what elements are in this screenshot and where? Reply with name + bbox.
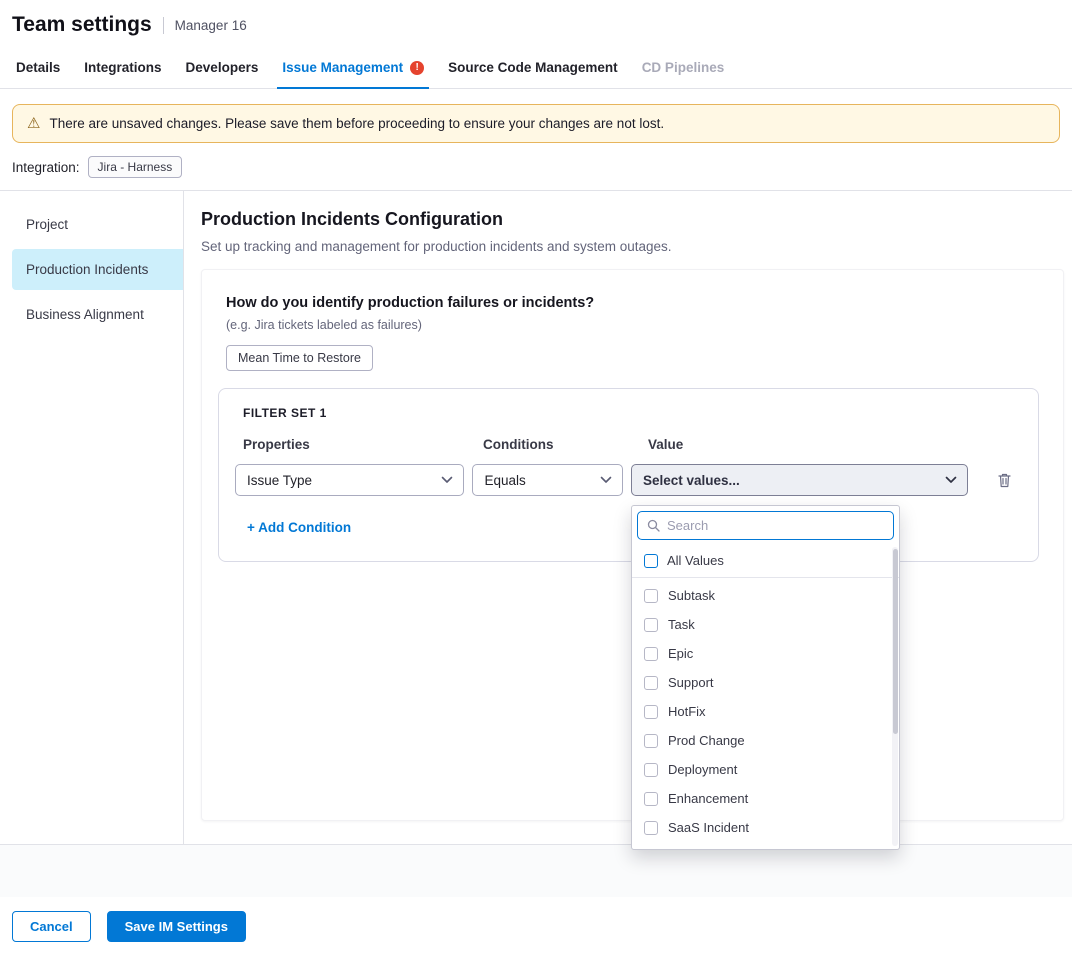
dropdown-options-list: Subtask Task Epic Support HotFix Prod Change D… — [632, 578, 899, 849]
section-title: Production Incidents Configuration — [201, 209, 1064, 230]
cancel-button[interactable]: Cancel — [12, 911, 91, 942]
filter-row: Issue Type Equals Select values... — [235, 464, 1014, 496]
question-heading: How do you identify production failures … — [226, 295, 1039, 311]
delete-filter-button[interactable] — [995, 470, 1014, 490]
all-values-checkbox[interactable] — [644, 554, 658, 568]
dropdown-option-prod-change[interactable]: Prod Change — [632, 726, 899, 755]
sidebar-item-business-alignment[interactable]: Business Alignment — [12, 294, 183, 335]
dropdown-scrollbar[interactable] — [892, 547, 898, 846]
dropdown-search-input[interactable] — [667, 518, 884, 533]
option-label: Task — [668, 617, 695, 632]
filter-set-title: FILTER SET 1 — [243, 406, 1014, 420]
all-values-label: All Values — [667, 553, 724, 568]
footer-actions: Cancel Save IM Settings — [0, 897, 1072, 956]
dropdown-option-epic[interactable]: Epic — [632, 639, 899, 668]
tab-source-code-management[interactable]: Source Code Management — [436, 47, 630, 88]
team-name: Manager 16 — [175, 18, 247, 33]
tab-label: Issue Management — [282, 60, 403, 75]
tab-cd-pipelines: CD Pipelines — [630, 47, 737, 88]
value-dropdown: All Values Subtask Task Epic Support HotFix P… — [631, 505, 900, 850]
chevron-down-icon — [441, 476, 453, 484]
dropdown-option-enhancement[interactable]: Enhancement — [632, 784, 899, 813]
filter-columns: Properties Conditions Value — [243, 437, 1014, 452]
option-label: Support — [668, 675, 714, 690]
value-select-wrap: Select values... All Value — [631, 464, 968, 496]
option-checkbox[interactable] — [644, 705, 658, 719]
tab-label: Details — [16, 60, 60, 75]
option-label: Deployment — [668, 762, 737, 777]
option-label: HotFix — [668, 704, 706, 719]
dropdown-search — [637, 511, 894, 540]
option-checkbox[interactable] — [644, 647, 658, 661]
option-checkbox[interactable] — [644, 763, 658, 777]
option-checkbox[interactable] — [644, 734, 658, 748]
metric-tab-mean-time-to-restore[interactable]: Mean Time to Restore — [226, 345, 373, 371]
option-label: SaaS Incident — [668, 820, 749, 835]
option-checkbox[interactable] — [644, 589, 658, 603]
property-select[interactable]: Issue Type — [235, 464, 464, 496]
option-checkbox[interactable] — [644, 618, 658, 632]
option-label: Enhancement — [668, 791, 748, 806]
value-select[interactable]: Select values... — [631, 464, 968, 496]
tab-developers[interactable]: Developers — [174, 47, 271, 88]
main-panel: Production Incidents Configuration Set u… — [184, 191, 1072, 844]
page-title: Team settings — [12, 13, 152, 37]
tab-details[interactable]: Details — [4, 47, 72, 88]
dropdown-option-deployment[interactable]: Deployment — [632, 755, 899, 784]
filter-set-1: FILTER SET 1 Properties Conditions Value… — [218, 388, 1039, 562]
unsaved-changes-banner: ⚠ There are unsaved changes. Please save… — [12, 104, 1060, 143]
option-label: Prod Change — [668, 733, 745, 748]
option-label: Epic — [668, 646, 693, 661]
tab-issue-management[interactable]: Issue Management! — [270, 47, 436, 88]
search-icon — [647, 519, 660, 532]
add-condition-button[interactable]: + Add Condition — [247, 520, 351, 535]
dropdown-option-saas-incident[interactable]: SaaS Incident — [632, 813, 899, 842]
column-value: Value — [648, 437, 985, 452]
dropdown-option-all-values[interactable]: All Values — [632, 545, 899, 578]
tab-label: Source Code Management — [448, 60, 618, 75]
integration-row: Integration: Jira - Harness — [12, 156, 1060, 178]
integration-label: Integration: — [12, 160, 80, 175]
dropdown-option-customer-notification[interactable]: Customer Notification — [632, 842, 899, 849]
chevron-down-icon — [945, 476, 957, 484]
tab-label: Developers — [186, 60, 259, 75]
dropdown-option-task[interactable]: Task — [632, 610, 899, 639]
question-hint: (e.g. Jira tickets labeled as failures) — [226, 318, 1039, 332]
value-select-placeholder: Select values... — [643, 473, 740, 488]
tab-bar: Details Integrations Developers Issue Manag… — [0, 47, 1072, 89]
property-select-value: Issue Type — [247, 473, 312, 488]
condition-select[interactable]: Equals — [472, 464, 623, 496]
tab-integrations[interactable]: Integrations — [72, 47, 173, 88]
sidebar-item-production-incidents[interactable]: Production Incidents — [12, 249, 183, 290]
tab-label: Integrations — [84, 60, 161, 75]
chevron-down-icon — [600, 476, 612, 484]
warning-text: There are unsaved changes. Please save t… — [49, 116, 664, 131]
section-subtitle: Set up tracking and management for produ… — [201, 239, 1064, 254]
dropdown-option-support[interactable]: Support — [632, 668, 899, 697]
page-header: Team settings Manager 16 — [0, 0, 1072, 47]
option-label: Subtask — [668, 588, 715, 603]
title-divider — [163, 17, 164, 34]
content-area: ProjectProduction IncidentsBusiness Alig… — [0, 190, 1072, 844]
option-checkbox[interactable] — [644, 821, 658, 835]
option-checkbox[interactable] — [644, 676, 658, 690]
dropdown-option-hotfix[interactable]: HotFix — [632, 697, 899, 726]
sidebar-item-project[interactable]: Project — [12, 204, 183, 245]
dropdown-option-subtask[interactable]: Subtask — [632, 581, 899, 610]
settings-sidebar: ProjectProduction IncidentsBusiness Alig… — [0, 191, 184, 844]
content-footer-spacer — [0, 844, 1072, 897]
scrollbar-thumb[interactable] — [893, 549, 898, 734]
unsaved-alert-badge: ! — [410, 61, 424, 75]
column-properties: Properties — [243, 437, 475, 452]
condition-select-value: Equals — [484, 473, 525, 488]
tab-label: CD Pipelines — [642, 60, 725, 75]
integration-chip[interactable]: Jira - Harness — [88, 156, 183, 178]
warning-triangle-icon: ⚠ — [27, 116, 40, 131]
save-im-settings-button[interactable]: Save IM Settings — [107, 911, 246, 942]
incidents-config-card: How do you identify production failures … — [201, 269, 1064, 821]
team-settings-page: Team settings Manager 16 Details Integrat… — [0, 0, 1072, 956]
option-checkbox[interactable] — [644, 792, 658, 806]
column-conditions: Conditions — [483, 437, 640, 452]
